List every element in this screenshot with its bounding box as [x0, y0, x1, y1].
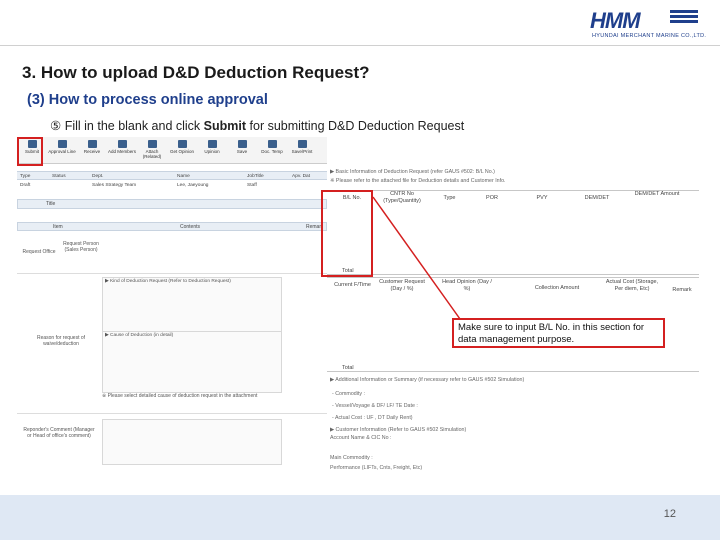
attach-icon	[147, 140, 157, 148]
approval-form-screenshot: Submit Approval Line Receive Add Members…	[17, 137, 327, 467]
save-icon	[237, 140, 247, 148]
cause-of-deduction-section[interactable]: ▶ Cause of Deduction (in detail)	[102, 331, 282, 393]
hmm-logo: HMM HYUNDAI MERCHANT MARINE CO.,LTD.	[590, 8, 710, 42]
additional-info-heading: ▶ Additional Information or Summary (if …	[330, 377, 525, 383]
col-por: POR	[486, 195, 498, 201]
col-head-opinion: Head Opinion (Day / %)	[442, 279, 492, 292]
customer-info-heading: ▶ Customer Information (Refer to GAUS #5…	[330, 427, 467, 433]
form-divider	[17, 273, 327, 274]
receive-button[interactable]: Receive	[77, 137, 107, 164]
slide: HMM HYUNDAI MERCHANT MARINE CO.,LTD. 3. …	[0, 0, 720, 540]
approval-toolbar: Submit Approval Line Receive Add Members…	[17, 137, 327, 164]
callout-note: Make sure to input B/L No. in this secti…	[452, 318, 665, 348]
request-person-label: Request Person (Sales Person)	[63, 241, 99, 254]
step-suffix: for submitting D&D Deduction Request	[249, 119, 465, 133]
doc-temp-icon	[267, 140, 277, 148]
step-marker: ⑤	[50, 119, 62, 133]
col-customer-request: Customer Request (Day / %)	[379, 279, 425, 292]
col-dem-det-amount: DEM/DET Amount	[634, 191, 680, 197]
col-pvy: PVY	[536, 195, 548, 201]
save-button[interactable]: Save	[227, 137, 257, 164]
title-input-row[interactable]: Title	[17, 199, 327, 209]
page-number: 12	[663, 508, 676, 520]
logo-wordmark: HMM	[590, 8, 641, 33]
col-type: Type	[443, 195, 456, 201]
performance-field: Performance (LIFTs, Cnts, Freight, Etc)	[330, 465, 423, 471]
submit-highlight-box	[17, 137, 43, 166]
vessel-field: - Vessel/Voyage & DF/ LF/ TE Date :	[332, 403, 418, 409]
basic-info-heading: ▶ Basic Information of Deduction Request…	[330, 169, 495, 175]
col-current-ftime: Current F/Time	[334, 282, 371, 288]
title-label: Title	[46, 201, 56, 207]
col-dem-det: DEM/DET	[584, 195, 610, 201]
get-opinion-button[interactable]: Get Opinion	[167, 137, 197, 164]
form-header: Item Contents Remar	[17, 222, 327, 231]
logo-tagline: HYUNDAI MERCHANT MARINE CO.,LTD.	[592, 33, 707, 39]
main-commodity-field: Main Commodity :	[330, 455, 373, 461]
basic-info-note: ※ Please refer to the attached file for …	[330, 178, 506, 184]
table-row[interactable]: Draft Sales Strategy Team Lee, Jaeyoung …	[17, 181, 327, 191]
responder-comment-label: Reponder's Comment (Manager or Head of o…	[23, 427, 95, 440]
request-office-label: Request Office	[22, 249, 56, 255]
approval-line-button[interactable]: Approval Line	[47, 137, 77, 164]
step-prefix: Fill in the blank and click	[64, 119, 201, 133]
col-cntr-no: CNTR No (Type/Quantity)	[383, 191, 421, 204]
slide-subtitle: (3) How to process online approval	[27, 92, 268, 108]
logo-stripes-icon	[670, 10, 698, 28]
add-members-button[interactable]: Add Members	[107, 137, 137, 164]
col-remark: Remark	[672, 287, 692, 293]
kind-of-deduction-section[interactable]: ▶ Kind of Deduction Request (Refer to De…	[102, 277, 282, 337]
col-collection-amount: Collection Amount	[534, 285, 580, 291]
detail-cause-note: ※ Please select detailed cause of deduct…	[102, 393, 258, 399]
step-instruction: ⑤ Fill in the blank and click Submit for…	[50, 118, 464, 133]
get-opinion-icon	[177, 140, 187, 148]
add-members-icon	[117, 140, 127, 148]
approval-line-icon	[57, 140, 67, 148]
footer-bar: 12	[0, 495, 720, 540]
step-bold: Submit	[203, 119, 247, 133]
upinion-button[interactable]: Upinion	[197, 137, 227, 164]
receive-icon	[87, 140, 97, 148]
print-button[interactable]: Save/Print	[287, 137, 317, 164]
doc-temp-button[interactable]: Doc. Temp	[257, 137, 287, 164]
upinion-icon	[207, 140, 217, 148]
approval-grid-header: Type Status Dept. Name JobTitle Apv. Dat	[17, 171, 327, 180]
account-field: Account Name & CIC No :	[330, 435, 392, 441]
print-icon	[297, 140, 307, 148]
attach-button[interactable]: Attach (Related)	[137, 137, 167, 164]
table2-total-label: Total	[342, 365, 354, 371]
reason-label: Reason for request of waive/deduction	[36, 335, 86, 348]
slide-title: 3. How to upload D&D Deduction Request?	[22, 63, 370, 82]
form-divider	[17, 413, 327, 414]
actual-cost-field: - Actual Cost : UF , DT Daily Rent)	[332, 415, 413, 421]
col-actual-cost: Actual Cost (Storage, Per diem, Etc)	[605, 279, 659, 292]
commodity-field: - Commodity :	[332, 391, 365, 397]
responder-comment-area[interactable]	[102, 419, 282, 465]
bl-no-highlight-box	[321, 190, 373, 277]
header-divider	[0, 45, 720, 46]
